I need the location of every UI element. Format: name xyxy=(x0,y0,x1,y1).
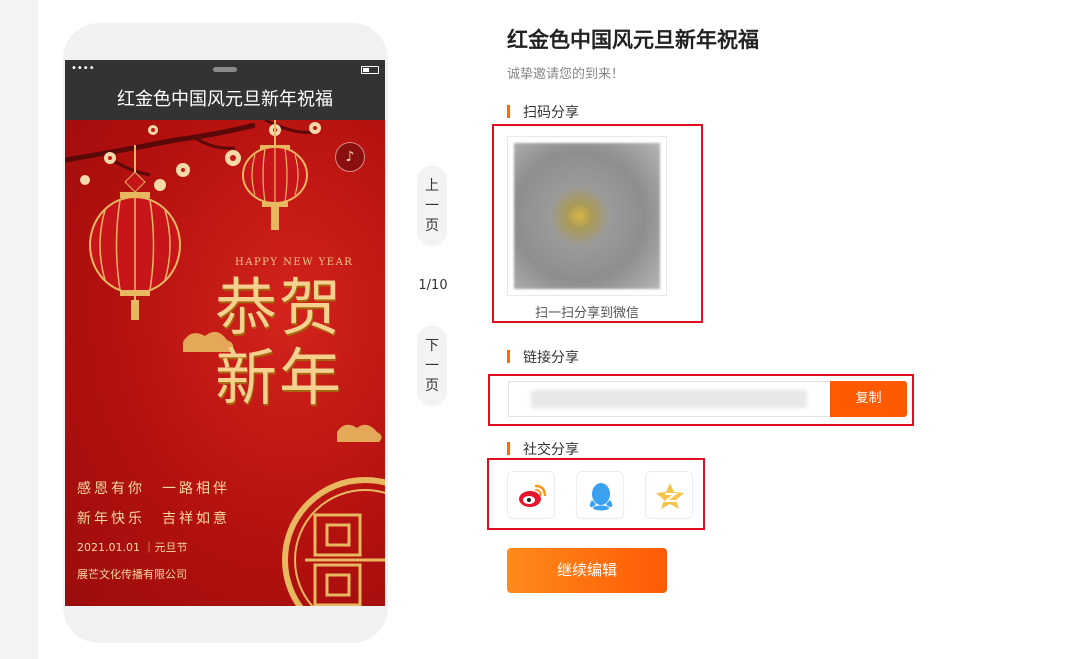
weibo-share-button[interactable] xyxy=(507,471,555,519)
section-marker xyxy=(507,350,510,363)
left-gutter xyxy=(0,0,38,659)
music-toggle-icon[interactable]: ♪ xyxy=(335,142,365,172)
qr-share-heading: 扫码分享 xyxy=(507,102,579,122)
share-link-field[interactable] xyxy=(508,381,830,417)
happy-new-year-text: HAPPY NEW YEAR xyxy=(235,257,354,268)
page-indicator: 1/10 xyxy=(418,278,448,293)
verse-line-1: 感恩有你 一路相伴 xyxy=(77,481,230,497)
next-page-button[interactable]: 下 一 页 xyxy=(417,326,447,406)
signal-icon: •••• xyxy=(71,63,95,74)
next-label-char: 一 xyxy=(425,358,439,374)
speaker-icon xyxy=(213,67,237,72)
qr-code-image xyxy=(514,143,660,289)
prev-page-button[interactable]: 上 一 页 xyxy=(417,166,447,246)
section-marker xyxy=(507,442,510,455)
qr-caption: 扫一扫分享到微信 xyxy=(534,306,639,321)
qzone-icon xyxy=(656,483,684,509)
copy-link-button[interactable]: 复制 xyxy=(830,381,907,417)
phone-status-bar: •••• xyxy=(65,60,385,80)
date-line: 2021.01.01 ｜元旦节 xyxy=(77,541,188,554)
qq-icon xyxy=(589,483,613,511)
qr-share-label: 扫码分享 xyxy=(523,105,579,121)
company-name: 展芒文化传播有限公司 xyxy=(77,568,187,581)
page-subtitle: 诚挚邀请您的到来！ xyxy=(507,67,625,82)
link-share-heading: 链接分享 xyxy=(507,347,579,367)
next-label-char: 页 xyxy=(425,378,439,394)
phone-title: 红金色中国风元旦新年祝福 xyxy=(65,80,385,120)
section-marker xyxy=(507,105,510,118)
page-title: 红金色中国风元旦新年祝福 xyxy=(507,28,759,52)
invitation-poster[interactable]: ♪ HAPPY NEW YEAR 恭贺 新年 感恩有你 一路相伴 新年快乐 吉祥… xyxy=(65,120,385,606)
qq-share-button[interactable] xyxy=(576,471,624,519)
qzone-share-button[interactable] xyxy=(645,471,693,519)
verse-line-2: 新年快乐 吉祥如意 xyxy=(77,511,230,527)
prev-label-char: 一 xyxy=(425,198,439,214)
weibo-icon xyxy=(519,484,547,507)
prev-label-char: 上 xyxy=(425,178,439,194)
social-share-heading: 社交分享 xyxy=(507,439,579,459)
next-label-char: 下 xyxy=(425,338,439,354)
greeting-line-2: 新年 xyxy=(215,341,344,414)
link-share-label: 链接分享 xyxy=(523,350,579,366)
share-link-value xyxy=(531,390,807,408)
social-share-label: 社交分享 xyxy=(523,442,579,458)
battery-icon xyxy=(361,66,379,74)
continue-edit-button[interactable]: 继续编辑 xyxy=(507,548,667,593)
qr-code xyxy=(507,136,667,296)
prev-label-char: 页 xyxy=(425,218,439,234)
greeting-line-1: 恭贺 xyxy=(215,271,344,344)
